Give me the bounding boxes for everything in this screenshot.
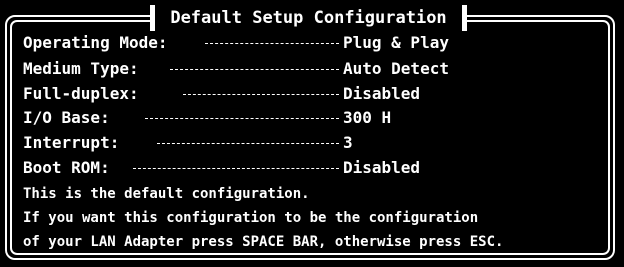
setting-value: Plug & Play bbox=[343, 33, 449, 52]
leader-dots bbox=[183, 94, 339, 95]
setup-screen: Default Setup Configuration Operating Mo… bbox=[0, 0, 624, 267]
leader-dots bbox=[145, 118, 339, 119]
setting-label: Operating Mode: bbox=[23, 33, 168, 52]
leader-dots bbox=[170, 69, 339, 70]
setting-value: 3 bbox=[343, 133, 353, 152]
setting-label: Medium Type: bbox=[23, 59, 139, 78]
leader-dots bbox=[205, 43, 339, 44]
dialog-title: Default Setup Configuration bbox=[170, 8, 447, 28]
setting-label: Interrupt: bbox=[23, 133, 120, 152]
setting-label: Boot ROM: bbox=[23, 158, 110, 177]
dialog-title-bar: Default Setup Configuration bbox=[150, 5, 467, 31]
message-line: This is the default configuration. bbox=[23, 186, 310, 202]
setting-value: 300 H bbox=[343, 108, 392, 127]
setting-value: Disabled bbox=[343, 84, 421, 103]
setting-value: Auto Detect bbox=[343, 59, 449, 78]
message-line: of your LAN Adapter press SPACE BAR, oth… bbox=[23, 234, 504, 250]
setting-label: I/O Base: bbox=[23, 108, 110, 127]
leader-dots bbox=[133, 168, 339, 169]
setting-value: Disabled bbox=[343, 158, 421, 177]
message-line: If you want this configuration to be the… bbox=[23, 210, 479, 226]
leader-dots bbox=[157, 143, 339, 144]
setting-label: Full-duplex: bbox=[23, 84, 139, 103]
